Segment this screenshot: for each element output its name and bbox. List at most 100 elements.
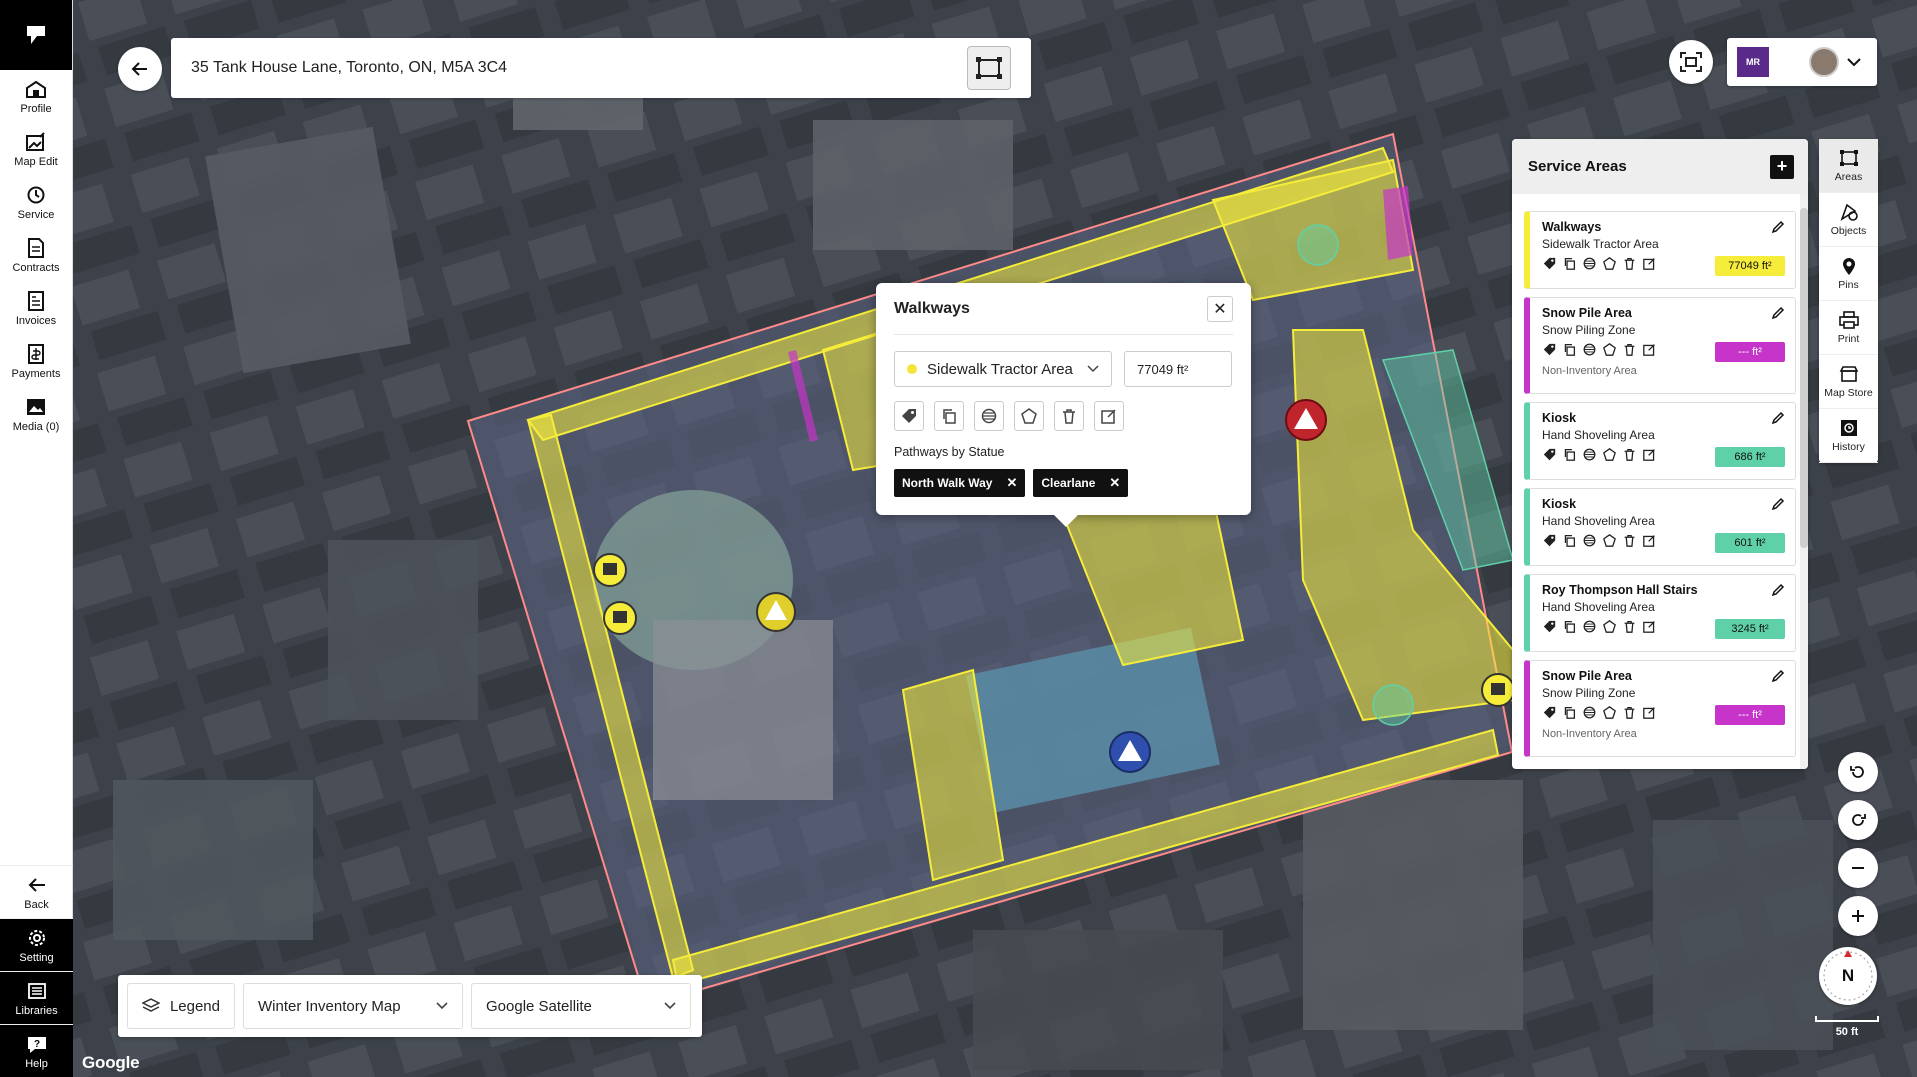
polygon-icon[interactable] [1602, 705, 1616, 719]
rail-history[interactable]: History [1819, 409, 1878, 463]
polygon-button[interactable] [1014, 401, 1044, 431]
nav-item-media-0[interactable]: Media (0) [0, 388, 72, 441]
polygon-icon[interactable] [1602, 256, 1616, 270]
address-text[interactable]: 35 Tank House Lane, Toronto, ON, M5A 3C4 [191, 59, 967, 77]
nav-item-setting[interactable]: Setting [0, 918, 73, 971]
edit-note-icon[interactable] [1642, 533, 1656, 547]
trash-icon[interactable] [1622, 256, 1636, 270]
remove-tag-icon[interactable]: ✕ [1109, 475, 1120, 491]
rail-pins[interactable]: Pins [1819, 247, 1878, 301]
polygon-icon[interactable] [1602, 447, 1616, 461]
trash-icon[interactable] [1622, 447, 1636, 461]
edit-note-icon[interactable] [1642, 447, 1656, 461]
rail-print[interactable]: Print [1819, 301, 1878, 355]
rail-areas[interactable]: Areas [1819, 139, 1878, 193]
layers-icon[interactable] [1582, 256, 1596, 270]
rotate-left-button[interactable] [1838, 752, 1878, 792]
zoom-out-button[interactable] [1838, 848, 1878, 888]
copy-button[interactable] [934, 401, 964, 431]
pencil-icon[interactable] [1771, 497, 1785, 516]
minus-icon [1852, 867, 1864, 869]
nav-item-payments[interactable]: Payments [0, 335, 72, 388]
layers-icon[interactable] [1582, 619, 1596, 633]
rotate-right-button[interactable] [1838, 800, 1878, 840]
trash-icon[interactable] [1622, 342, 1636, 356]
trash-icon[interactable] [1622, 619, 1636, 633]
layer-select[interactable]: Google Satellite [471, 983, 691, 1029]
nav-item-help[interactable]: ? Help [0, 1024, 73, 1077]
area-type-select[interactable]: Sidewalk Tractor Area [894, 351, 1112, 387]
pencil-icon[interactable] [1771, 411, 1785, 430]
app-logo[interactable] [0, 0, 72, 70]
copy-icon[interactable] [1562, 256, 1576, 270]
tag-icon[interactable] [1542, 533, 1556, 547]
zoom-in-button[interactable] [1838, 896, 1878, 936]
edit-note-icon[interactable] [1642, 619, 1656, 633]
layers-icon[interactable] [1582, 705, 1596, 719]
tag-button[interactable] [894, 401, 924, 431]
polygon-icon[interactable] [1602, 342, 1616, 356]
edit-note-icon[interactable] [1642, 342, 1656, 356]
edit-note-icon[interactable] [1642, 256, 1656, 270]
address-search-bar[interactable]: 35 Tank House Lane, Toronto, ON, M5A 3C4 [171, 38, 1031, 98]
nav-item-contracts[interactable]: Contracts [0, 229, 72, 282]
copy-icon[interactable] [1562, 705, 1576, 719]
service-areas-title: Service Areas [1528, 158, 1627, 175]
tag-icon[interactable] [1542, 447, 1556, 461]
map-select[interactable]: Winter Inventory Map [243, 983, 463, 1029]
service-area-card[interactable]: Snow Pile Area Snow Piling Zone --- ft² Non… [1524, 660, 1796, 757]
copy-icon[interactable] [1562, 447, 1576, 461]
screenshot-button[interactable] [1669, 40, 1713, 84]
layers-button[interactable] [974, 401, 1004, 431]
trash-icon[interactable] [1622, 533, 1636, 547]
back-button[interactable] [118, 47, 162, 91]
nav-item-service[interactable]: Service [0, 176, 72, 229]
layers-icon[interactable] [1582, 342, 1596, 356]
trash-icon[interactable] [1622, 705, 1636, 719]
scrollbar[interactable] [1800, 194, 1808, 769]
polygon-icon[interactable] [1602, 533, 1616, 547]
copy-icon[interactable] [1562, 619, 1576, 633]
layers-icon[interactable] [1582, 447, 1596, 461]
add-area-button[interactable]: + [1770, 154, 1794, 179]
area-size-field[interactable]: 77049 ft² [1124, 351, 1232, 387]
copy-icon[interactable] [1562, 342, 1576, 356]
popup-close-button[interactable]: ✕ [1207, 295, 1233, 322]
scrollbar-thumb[interactable] [1800, 208, 1808, 548]
avatar[interactable] [1809, 47, 1839, 77]
service-area-card[interactable]: Kiosk Hand Shoveling Area 686 ft² [1524, 402, 1796, 480]
legend-button[interactable]: Legend [127, 983, 235, 1029]
back-arrow-icon [25, 874, 49, 896]
rail-objects[interactable]: Objects [1819, 193, 1878, 247]
nav-item-profile[interactable]: Profile [0, 70, 72, 123]
pencil-icon[interactable] [1771, 306, 1785, 325]
nav-item-invoices[interactable]: Invoices [0, 282, 72, 335]
pencil-icon[interactable] [1771, 669, 1785, 688]
fit-bounds-button[interactable] [967, 46, 1011, 90]
delete-button[interactable] [1054, 401, 1084, 431]
pencil-icon[interactable] [1771, 583, 1785, 602]
compass[interactable]: N [1819, 947, 1877, 1005]
chevron-down-icon [436, 1002, 448, 1010]
area-name: Snow Pile Area [1542, 669, 1632, 683]
edit-note-icon[interactable] [1642, 705, 1656, 719]
polygon-icon[interactable] [1602, 619, 1616, 633]
tag-icon[interactable] [1542, 705, 1556, 719]
pencil-icon[interactable] [1771, 220, 1785, 239]
nav-item-map-edit[interactable]: Map Edit [0, 123, 72, 176]
rail-map-store[interactable]: Map Store [1819, 355, 1878, 409]
nav-item-back[interactable]: Back [0, 865, 73, 918]
tag-icon[interactable] [1542, 619, 1556, 633]
tag-icon[interactable] [1542, 256, 1556, 270]
layers-icon[interactable] [1582, 533, 1596, 547]
remove-tag-icon[interactable]: ✕ [1006, 475, 1017, 491]
service-area-card[interactable]: Roy Thompson Hall Stairs Hand Shoveling A… [1524, 574, 1796, 652]
copy-icon[interactable] [1562, 533, 1576, 547]
tag-icon[interactable] [1542, 342, 1556, 356]
service-area-card[interactable]: Walkways Sidewalk Tractor Area 77049 ft² [1524, 211, 1796, 289]
service-area-card[interactable]: Kiosk Hand Shoveling Area 601 ft² [1524, 488, 1796, 566]
user-menu[interactable]: MR [1727, 38, 1877, 86]
edit-note-button[interactable] [1094, 401, 1124, 431]
nav-item-libraries[interactable]: Libraries [0, 971, 73, 1024]
service-area-card[interactable]: Snow Pile Area Snow Piling Zone --- ft² Non… [1524, 297, 1796, 394]
